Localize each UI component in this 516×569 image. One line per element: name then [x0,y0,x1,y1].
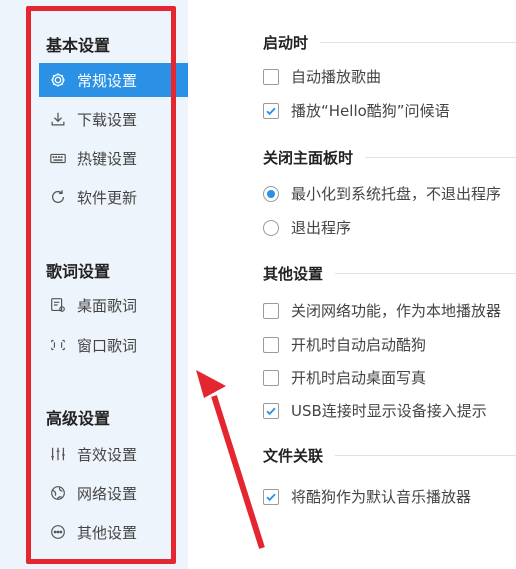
checkbox[interactable] [263,302,279,319]
sidebar-item-window-lyrics[interactable]: 窗口歌词 [39,328,188,362]
sidebar-item-audio-effects[interactable]: 音效设置 [39,437,188,471]
section-divider [335,455,516,456]
sidebar-item-label: 软件更新 [77,188,138,207]
sidebar-item-network[interactable]: 网络设置 [39,476,188,510]
section-title-close-panel: 关闭主面板时 [263,147,516,168]
section-divider [335,273,516,274]
option-auto-start[interactable]: 开机时自动启动酷狗 [263,334,426,355]
keyboard-icon [47,147,69,169]
sidebar-item-label: 窗口歌词 [77,336,138,355]
option-exit-program[interactable]: 退出程序 [263,217,351,238]
refresh-icon [47,186,69,208]
sidebar-item-label: 热键设置 [77,149,138,168]
sidebar-item-label: 常规设置 [77,71,138,90]
group-title-advanced: 高级设置 [46,409,111,428]
download-icon [47,108,69,130]
option-default-player[interactable]: 将酷狗作为默认音乐播放器 [263,486,471,507]
checkbox[interactable] [263,336,279,353]
window-lyrics-icon [47,334,69,356]
desktop-lyrics-icon [47,294,69,316]
checkbox-checked[interactable] [263,402,279,419]
sidebar-item-desktop-lyrics[interactable]: 桌面歌词 [39,288,188,322]
sidebar-item-update[interactable]: 软件更新 [39,180,188,214]
group-title-basic: 基本设置 [46,36,111,55]
radio[interactable] [263,219,279,236]
option-start-desktop-photo[interactable]: 开机时启动桌面写真 [263,367,426,388]
section-title-file-association: 文件关联 [263,445,516,466]
checkbox-checked[interactable] [263,488,279,505]
option-usb-prompt[interactable]: USB连接时显示设备接入提示 [263,400,487,421]
settings-content: 启动时 自动播放歌曲 播放“Hello酷狗”问候语 关闭主面板时 最小化到系统托… [188,0,516,569]
sidebar-item-other[interactable]: 其他设置 [39,515,188,549]
group-title-lyrics: 歌词设置 [46,262,111,281]
section-title-startup: 启动时 [263,32,516,53]
checkbox-checked[interactable] [263,102,279,119]
checkmark-icon [266,493,276,501]
sidebar-item-general[interactable]: 常规设置 [39,63,188,97]
option-minimize-to-tray[interactable]: 最小化到系统托盘，不退出程序 [263,183,501,204]
option-auto-play[interactable]: 自动播放歌曲 [263,66,381,87]
settings-sidebar: 基本设置 常规设置 下载设置 热键设置 软件更新 歌词设置 桌面歌词 窗口歌词 … [0,0,188,569]
checkbox[interactable] [263,369,279,386]
equalizer-icon [47,443,69,465]
radio-checked[interactable] [263,185,279,202]
sidebar-item-label: 网络设置 [77,484,138,503]
sidebar-item-download[interactable]: 下载设置 [39,102,188,136]
sidebar-item-hotkey[interactable]: 热键设置 [39,141,188,175]
checkbox[interactable] [263,68,279,85]
settings-gear-icon [47,69,69,91]
checkmark-icon [266,107,276,115]
sidebar-item-label: 桌面歌词 [77,296,138,315]
more-icon [47,521,69,543]
section-divider [320,42,516,43]
checkmark-icon [266,407,276,415]
sidebar-item-label: 其他设置 [77,523,138,542]
sidebar-item-label: 下载设置 [77,110,138,129]
globe-icon [47,482,69,504]
sidebar-item-label: 音效设置 [77,445,138,464]
option-hello-greeting[interactable]: 播放“Hello酷狗”问候语 [263,100,450,121]
option-disable-network[interactable]: 关闭网络功能，作为本地播放器 [263,300,501,321]
section-title-other: 其他设置 [263,263,516,284]
section-divider [365,157,516,158]
